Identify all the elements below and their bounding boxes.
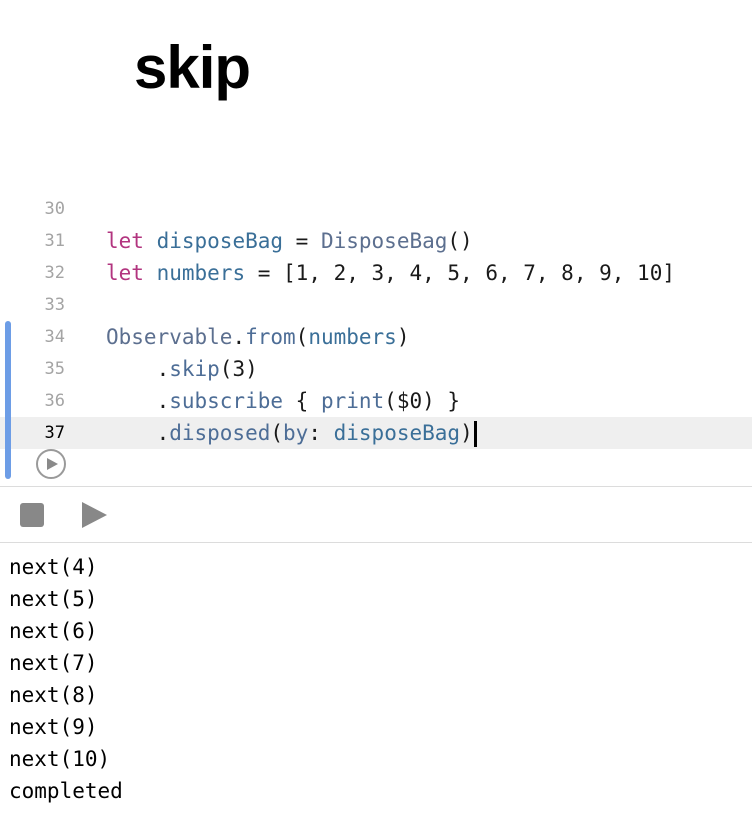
stop-button[interactable]: [20, 503, 44, 527]
code-line[interactable]: 32 let numbers = [1, 2, 3, 4, 5, 6, 7, 8,…: [0, 257, 752, 289]
code-token: disposeBag: [156, 229, 284, 253]
code-line[interactable]: 34 Observable.from(numbers): [0, 321, 752, 353]
code-editor[interactable]: 30 31 let disposeBag = DisposeBag() 32 let n…: [0, 193, 752, 481]
code-token: let: [106, 261, 144, 285]
line-number: 32: [44, 263, 65, 283]
console-output: next(4) next(5) next(6) next(7) next(8) next(…: [9, 551, 123, 807]
console-line: next(7): [9, 651, 98, 675]
play-icon: [82, 502, 107, 528]
line-number: 33: [44, 295, 65, 315]
code-token: (3): [219, 357, 258, 381]
code-token: .: [232, 325, 246, 349]
code-token: .: [106, 421, 170, 445]
run-button[interactable]: [80, 501, 108, 529]
code-token: disposeBag: [333, 421, 461, 445]
change-indicator-bar: [5, 321, 11, 479]
console-line: next(4): [9, 555, 98, 579]
console-divider: [0, 542, 752, 543]
code-line[interactable]: 30: [0, 193, 752, 225]
code-token: (: [295, 325, 309, 349]
editor-divider: [0, 486, 752, 487]
console-line: next(5): [9, 587, 98, 611]
run-line-button[interactable]: [36, 449, 66, 479]
code-token: DisposeBag: [320, 229, 448, 253]
code-text[interactable]: Observable.from(numbers): [106, 321, 410, 353]
code-token: (): [447, 229, 473, 253]
code-token: let: [106, 229, 144, 253]
code-text[interactable]: .skip(3): [106, 353, 258, 385]
code-token: ): [460, 421, 473, 445]
code-token: (: [270, 421, 284, 445]
console-line: completed: [9, 779, 123, 803]
console-line: next(9): [9, 715, 98, 739]
code-token: =: [283, 229, 321, 253]
code-token: numbers: [308, 325, 397, 349]
page-title: skip: [134, 34, 251, 101]
code-token: = [1, 2, 3, 4, 5, 6, 7, 8, 9, 10]: [245, 261, 675, 285]
code-token: disposed: [169, 421, 271, 445]
code-line[interactable]: 36 .subscribe { print($0) }: [0, 385, 752, 417]
line-number: 31: [44, 231, 65, 251]
code-token: .: [106, 389, 170, 413]
code-line[interactable]: 37 .disposed(by: disposeBag): [0, 417, 752, 449]
play-circle-icon: [47, 458, 58, 470]
code-token: subscribe: [169, 389, 284, 413]
console-line: next(10): [9, 747, 111, 771]
code-token: print: [320, 389, 385, 413]
code-line[interactable]: 31 let disposeBag = DisposeBag(): [0, 225, 752, 257]
code-token: ): [396, 325, 410, 349]
console-line: next(6): [9, 619, 98, 643]
code-text[interactable]: .disposed(by: disposeBag): [106, 417, 477, 449]
code-token: .: [106, 357, 170, 381]
code-token: ($0) }: [384, 389, 461, 413]
code-token: Observable: [106, 325, 233, 349]
code-token: skip: [169, 357, 220, 381]
code-text[interactable]: .subscribe { print($0) }: [106, 385, 460, 417]
code-token: from: [245, 325, 296, 349]
code-line[interactable]: 33: [0, 289, 752, 321]
text-cursor: [473, 421, 477, 447]
code-token: numbers: [156, 261, 246, 285]
console-line: next(8): [9, 683, 98, 707]
code-line[interactable]: 35 .skip(3): [0, 353, 752, 385]
code-token: by: [283, 421, 309, 445]
code-token: :: [308, 421, 334, 445]
code-token: {: [283, 389, 321, 413]
line-number: 30: [44, 199, 65, 219]
code-text[interactable]: let numbers = [1, 2, 3, 4, 5, 6, 7, 8, 9…: [106, 257, 675, 289]
code-text[interactable]: let disposeBag = DisposeBag(): [106, 225, 473, 257]
